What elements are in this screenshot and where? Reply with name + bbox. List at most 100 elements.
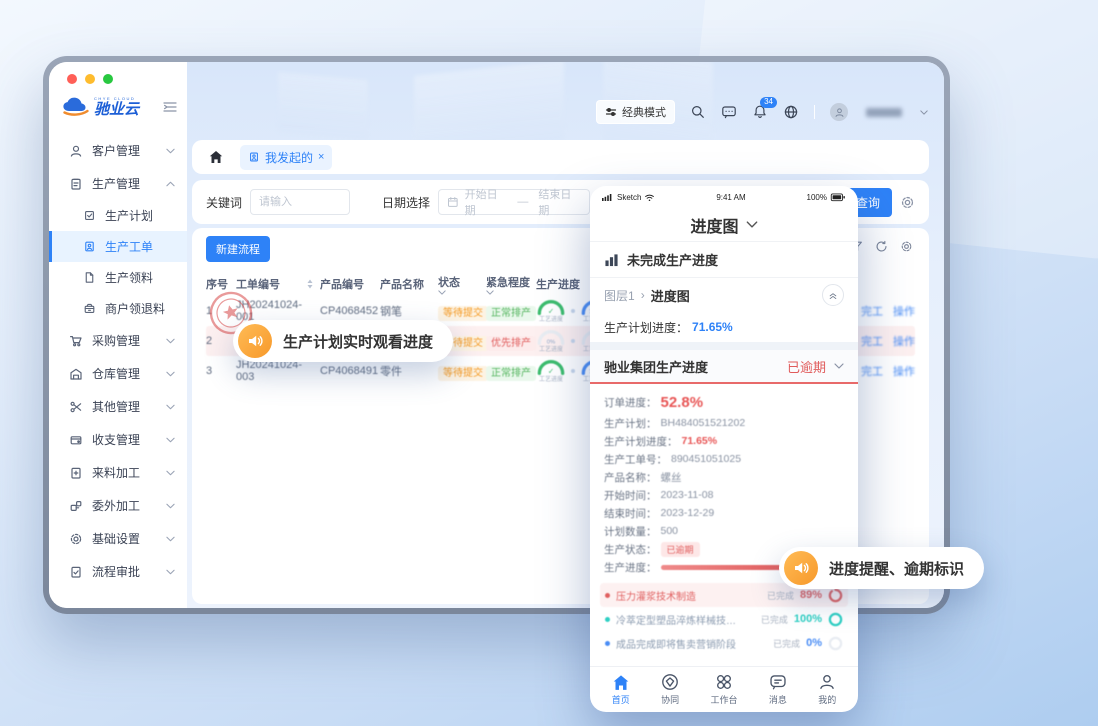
- sidebar-item-warehouse-mgmt[interactable]: 仓库管理: [49, 357, 187, 390]
- phone-tab-workbench[interactable]: 工作台: [710, 673, 737, 706]
- sidebar-item-basic-settings[interactable]: 基础设置: [49, 522, 187, 555]
- phone-page-title: 进度图: [590, 208, 858, 242]
- breadcrumb-current: 进度图: [651, 286, 690, 305]
- close-tab-icon[interactable]: ×: [318, 151, 324, 163]
- tooltip-progress-watch: 生产计划实时观看进度: [233, 320, 453, 362]
- bell-icon[interactable]: 34: [752, 104, 768, 120]
- message-icon[interactable]: [721, 104, 737, 120]
- battery-icon: [830, 193, 846, 202]
- speaker-icon: [238, 324, 272, 358]
- svg-text:0%: 0%: [547, 339, 555, 345]
- workorder-icon: [248, 151, 260, 163]
- sidebar-subitem-production-workorder[interactable]: 生产工单: [49, 231, 187, 262]
- new-process-button[interactable]: 新建流程: [206, 236, 270, 262]
- sidebar-item-label: 仓库管理: [92, 365, 140, 382]
- col-progress: 生产进度: [536, 276, 580, 292]
- logo: CHYE CLOUD 驰业云: [49, 96, 187, 118]
- sidebar-item-label: 收支管理: [92, 431, 140, 448]
- speaker-icon: [784, 551, 818, 585]
- sidebar-item-incoming-processing[interactable]: 来料加工: [49, 456, 187, 489]
- sidebar-item-purchase-mgmt[interactable]: 采购管理: [49, 324, 187, 357]
- action-finish-link[interactable]: 完工: [861, 303, 883, 319]
- approval-icon: [69, 565, 83, 579]
- phone-tab-bar: 首页 协同 工作台 消息 我的: [590, 666, 858, 712]
- collapse-up-button[interactable]: [822, 284, 844, 306]
- search-icon[interactable]: [690, 104, 706, 120]
- sidebar-subitem-merchant-return[interactable]: 商户领退料: [49, 293, 187, 324]
- clock-label: 9:41 AM: [716, 193, 745, 202]
- sidebar-subitem-material-picking[interactable]: 生产领料: [49, 262, 187, 293]
- status-badge: 等待提交: [438, 366, 488, 381]
- chevron-down-icon: [166, 371, 175, 377]
- cloud-logo-icon: [61, 96, 91, 118]
- group-progress-header[interactable]: 驰业集团生产进度 已逾期: [590, 350, 858, 384]
- battery-percent: 100%: [807, 193, 827, 202]
- classic-mode-label: 经典模式: [622, 104, 666, 120]
- globe-icon[interactable]: [783, 104, 799, 120]
- keyword-label: 关键词: [206, 194, 242, 211]
- sidebar-item-customer-mgmt[interactable]: 客户管理: [49, 134, 187, 167]
- sort-icon[interactable]: [306, 279, 320, 289]
- filter-settings-gear-icon[interactable]: [900, 195, 915, 210]
- date-range-input[interactable]: 开始日期 — 结束日期: [438, 189, 590, 215]
- sidebar-subitem-production-plan[interactable]: 生产计划: [49, 200, 187, 231]
- breadcrumb-parent[interactable]: 图层1: [604, 287, 635, 304]
- sidebar-item-outsourcing[interactable]: 委外加工: [49, 489, 187, 522]
- sidebar-subitem-label: 生产领料: [105, 269, 153, 286]
- gear-icon: [69, 532, 83, 546]
- home-icon[interactable]: [208, 149, 224, 165]
- priority-badge: 正常排产: [486, 366, 536, 381]
- phone-tab-collab[interactable]: 协同: [661, 673, 679, 706]
- sidebar-item-workflow-approval[interactable]: 流程审批: [49, 555, 187, 588]
- sidebar-item-finance-mgmt[interactable]: 收支管理: [49, 423, 187, 456]
- page-background: CHYE CLOUD 驰业云 客户管理 生产管理: [0, 0, 1098, 726]
- window-traffic-lights[interactable]: [67, 74, 113, 84]
- progress-ring-icon: [828, 636, 843, 651]
- action-more-link[interactable]: 操作: [893, 303, 915, 319]
- date-start-placeholder: 开始日期: [465, 186, 508, 218]
- task-list: 压力灌浆技术制造 已完成 89% 冷萃定型塑品淬炼样械技术奥秘 已完成 100%…: [590, 583, 858, 655]
- sidebar-item-label: 采购管理: [92, 332, 140, 349]
- action-finish-link[interactable]: 完工: [861, 333, 883, 349]
- unfinished-progress-header: 未完成生产进度: [590, 242, 858, 278]
- sidebar-collapse-icon[interactable]: [163, 101, 177, 113]
- sidebar-item-label: 生产管理: [92, 175, 140, 192]
- classic-mode-toggle[interactable]: 经典模式: [596, 100, 675, 124]
- action-more-link[interactable]: 操作: [893, 333, 915, 349]
- topbar: 经典模式 34: [596, 100, 928, 124]
- task-item[interactable]: 冷萃定型塑品淬炼样械技术奥秘 已完成 100%: [600, 607, 848, 631]
- col-status[interactable]: 状态: [438, 274, 486, 295]
- zoom-window-button[interactable]: [103, 74, 113, 84]
- task-item[interactable]: 成品完成即将售卖营销阶段 已完成 0%: [600, 631, 848, 655]
- close-window-button[interactable]: [67, 74, 77, 84]
- phone-tab-messages[interactable]: 消息: [769, 673, 787, 706]
- sidebar-item-production-mgmt[interactable]: 生产管理: [49, 167, 187, 200]
- phone-tab-home[interactable]: 首页: [612, 674, 630, 706]
- sidebar-item-other-mgmt[interactable]: 其他管理: [49, 390, 187, 423]
- date-label: 日期选择: [382, 194, 430, 211]
- sidebar-item-label: 流程审批: [92, 563, 140, 580]
- date-end-placeholder: 结束日期: [538, 186, 581, 218]
- col-priority[interactable]: 紧急程度: [486, 274, 536, 295]
- outsource-icon: [69, 499, 83, 513]
- minimize-window-button[interactable]: [85, 74, 95, 84]
- chevron-down-icon: [166, 404, 175, 410]
- user-name-redacted: [866, 108, 902, 117]
- table-settings-gear-icon[interactable]: [900, 240, 913, 253]
- divider: [590, 342, 858, 350]
- date-separator: —: [517, 196, 528, 208]
- tab-my-initiated[interactable]: 我发起的 ×: [240, 145, 332, 170]
- sidebar: CHYE CLOUD 驰业云 客户管理 生产管理: [49, 62, 187, 608]
- diamond-icon: [661, 673, 679, 691]
- chevron-down-icon[interactable]: [746, 221, 758, 228]
- chevron-down-icon: [834, 363, 844, 369]
- action-more-link[interactable]: 操作: [893, 363, 915, 379]
- keyword-input[interactable]: [250, 189, 350, 215]
- avatar[interactable]: [830, 103, 848, 121]
- wifi-icon: [644, 193, 655, 202]
- tooltip-text: 进度提醒、逾期标识: [829, 558, 964, 579]
- phone-tab-mine[interactable]: 我的: [818, 673, 836, 706]
- action-finish-link[interactable]: 完工: [861, 363, 883, 379]
- chevron-down-icon: [166, 536, 175, 542]
- refresh-icon[interactable]: [875, 240, 888, 253]
